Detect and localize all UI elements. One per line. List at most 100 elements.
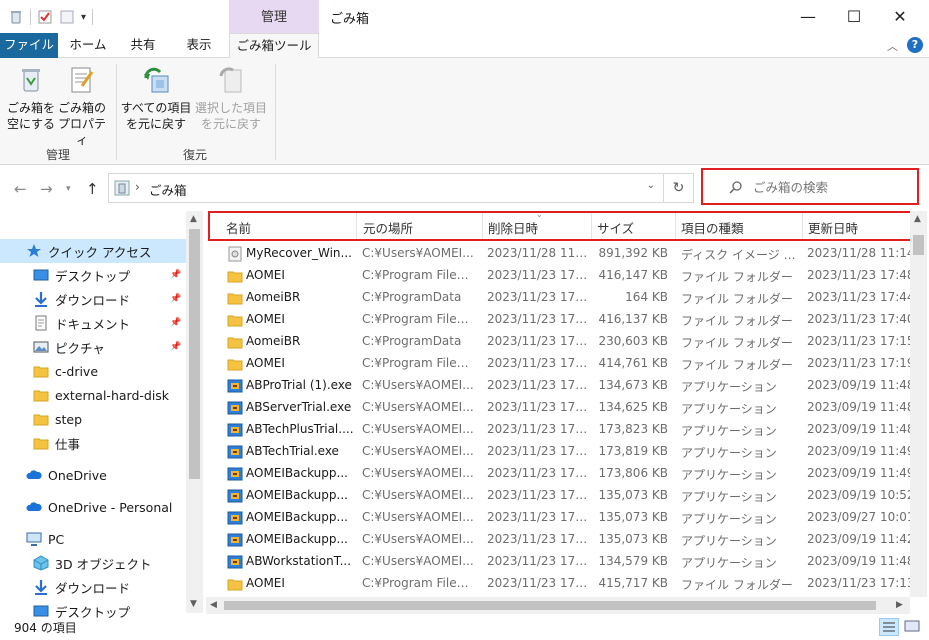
new-folder-icon[interactable] xyxy=(59,9,75,25)
table-row[interactable]: ABWorkstationT... C:¥Users¥AOMEI... 2023/1… xyxy=(208,551,915,573)
table-row[interactable]: AOMEIBackupp... C:¥Users¥AOMEI... 2023/11/… xyxy=(208,529,915,551)
horizontal-scrollbar[interactable]: ◀ ▶ xyxy=(206,597,910,614)
table-row[interactable]: ABServerTrial.exe C:¥Users¥AOMEI... 2023/1… xyxy=(208,397,915,419)
nav-item[interactable]: c-drive xyxy=(0,359,186,383)
table-row[interactable]: MyRecover_Win... C:¥Users¥AOMEI... 2023/11… xyxy=(208,243,915,265)
search-box[interactable] xyxy=(709,174,911,200)
column-header-name[interactable]: 名前 xyxy=(226,218,251,236)
cell-original-location: C:¥ProgramData xyxy=(362,334,462,348)
address-bar[interactable]: › ごみ箱 ⌄ xyxy=(108,173,664,203)
forward-arrow-icon[interactable]: → xyxy=(40,180,53,198)
cell-item-type: ファイル フォルダー xyxy=(681,292,793,306)
column-divider[interactable] xyxy=(482,213,483,239)
cell-original-location: C:¥Users¥AOMEI... xyxy=(362,422,474,436)
table-row[interactable]: AOMEIBackupp... C:¥Users¥AOMEI... 2023/11/… xyxy=(208,463,915,485)
table-row[interactable]: AOMEI C:¥Program Files ... 2023/11/23 17:.… xyxy=(208,265,915,287)
pc-icon xyxy=(26,531,42,547)
search-highlight-box xyxy=(701,168,919,205)
nav-item[interactable]: ピクチャ 📌 xyxy=(0,335,186,359)
nav-item-label: step xyxy=(55,411,83,427)
cell-size: 135,073 KB xyxy=(598,532,668,546)
scroll-right-arrow-icon[interactable]: ▶ xyxy=(896,600,903,610)
customize-qat-chevron-icon[interactable]: ▾ xyxy=(81,12,86,23)
large-icons-view-button[interactable] xyxy=(903,618,923,636)
scroll-down-arrow-icon[interactable]: ▼ xyxy=(190,599,197,609)
tab-share[interactable]: 共有 xyxy=(120,33,166,58)
column-header-date-modified[interactable]: 更新日時 xyxy=(808,218,858,236)
restore-all-button[interactable]: すべての項目 を元に戻す xyxy=(120,64,192,132)
cell-date-modified: 2023/11/23 17:48 xyxy=(807,268,915,282)
recent-locations-chevron-icon[interactable]: ▾ xyxy=(66,184,71,194)
recycle-bin-properties-button[interactable]: ごみ箱の プロパティ xyxy=(54,64,110,148)
nav-item[interactable]: step xyxy=(0,407,186,431)
empty-bin-icon xyxy=(15,64,47,96)
file-list-scrollbar[interactable]: ▲ xyxy=(910,211,927,597)
column-divider[interactable] xyxy=(356,213,357,239)
search-input[interactable] xyxy=(753,177,903,197)
table-row[interactable]: AOMEIBackupp... C:¥Users¥AOMEI... 2023/11/… xyxy=(208,507,915,529)
table-row[interactable]: AOMEIBackupp... C:¥Users¥AOMEI... 2023/11/… xyxy=(208,485,915,507)
up-arrow-icon[interactable]: ↑ xyxy=(86,180,99,198)
column-divider[interactable] xyxy=(675,213,676,239)
column-header-item-type[interactable]: 項目の種類 xyxy=(681,218,744,236)
table-row[interactable]: ABTechTrial.exe C:¥Users¥AOMEI... 2023/11/… xyxy=(208,441,915,463)
cell-item-type: ファイル フォルダー xyxy=(681,578,793,592)
nav-item[interactable]: クイック アクセス xyxy=(0,239,186,263)
minimize-button[interactable]: — xyxy=(785,0,831,32)
table-row[interactable]: AomeiBR C:¥ProgramData 2023/11/23 17:... 16… xyxy=(208,287,915,309)
column-header-original-location[interactable]: 元の場所 xyxy=(363,218,413,236)
table-row[interactable]: AOMEI C:¥Program Files ... 2023/11/23 17:.… xyxy=(208,309,915,331)
nav-item-label: デスクトップ xyxy=(55,268,131,284)
address-dropdown-chevron-icon[interactable]: ⌄ xyxy=(647,180,655,191)
table-row[interactable]: ABTechPlusTrial.... C:¥Users¥AOMEI... 2023… xyxy=(208,419,915,441)
tab-file[interactable]: ファイル xyxy=(0,33,58,58)
nav-item[interactable]: ダウンロード xyxy=(0,575,186,599)
nav-item[interactable]: デスクトップ 📌 xyxy=(0,263,186,287)
nav-item[interactable]: OneDrive xyxy=(0,463,186,487)
cell-size: 173,806 KB xyxy=(598,466,668,480)
breadcrumb-chevron-icon[interactable]: › xyxy=(135,180,140,194)
breadcrumb-location[interactable]: ごみ箱 xyxy=(149,180,187,199)
nav-item[interactable]: 仕事 xyxy=(0,431,186,455)
horizontal-scroll-thumb[interactable] xyxy=(224,601,876,610)
tab-recycle-bin-tools[interactable]: ごみ箱ツール xyxy=(229,33,319,59)
table-row[interactable]: AomeiBR C:¥ProgramData 2023/11/23 17:... 23… xyxy=(208,331,915,353)
back-arrow-icon[interactable]: ← xyxy=(14,180,27,198)
column-divider[interactable] xyxy=(591,213,592,239)
nav-scroll-thumb[interactable] xyxy=(189,229,200,479)
tab-view[interactable]: 表示 xyxy=(174,33,224,58)
restore-selected-button[interactable]: 選択した項目 を元に戻す xyxy=(195,64,267,132)
table-row[interactable]: AOMEI C:¥Program Files ... 2023/11/23 17:.… xyxy=(208,353,915,375)
table-row[interactable]: ABProTrial (1).exe C:¥Users¥AOMEI... 2023/… xyxy=(208,375,915,397)
scroll-up-arrow-icon[interactable]: ▲ xyxy=(190,214,197,224)
nav-item[interactable]: external-hard-disk xyxy=(0,383,186,407)
nav-item[interactable]: ダウンロード 📌 xyxy=(0,287,186,311)
close-button[interactable]: ✕ xyxy=(877,0,923,32)
cube-icon xyxy=(33,555,49,571)
cell-name: ABTechPlusTrial.... xyxy=(246,422,354,436)
nav-item[interactable]: OneDrive - Personal xyxy=(0,495,186,519)
details-view-button[interactable] xyxy=(879,618,899,636)
folder-icon xyxy=(227,334,243,350)
window-title: ごみ箱 xyxy=(330,12,370,27)
nav-scrollbar[interactable]: ▲ ▼ xyxy=(186,211,203,613)
column-divider[interactable] xyxy=(802,213,803,239)
maximize-button[interactable]: ☐ xyxy=(831,0,877,32)
column-header-date-deleted[interactable]: 削除日時 xyxy=(488,218,538,236)
nav-item[interactable]: PC xyxy=(0,527,186,551)
scroll-left-arrow-icon[interactable]: ◀ xyxy=(210,600,217,610)
scroll-up-arrow-icon[interactable]: ▲ xyxy=(914,214,921,224)
refresh-button[interactable]: ↻ xyxy=(664,173,694,203)
nav-item[interactable]: 3D オブジェクト xyxy=(0,551,186,575)
help-icon[interactable]: ? xyxy=(907,37,923,53)
nav-item[interactable]: ドキュメント 📌 xyxy=(0,311,186,335)
column-header-size[interactable]: サイズ xyxy=(597,218,634,236)
file-list-scroll-thumb[interactable] xyxy=(913,235,924,255)
empty-recycle-bin-button[interactable]: ごみ箱を 空にする xyxy=(3,64,59,132)
tab-home[interactable]: ホーム xyxy=(62,33,114,58)
collapse-ribbon-chevron-icon[interactable]: ︿ xyxy=(887,38,898,54)
properties-check-icon[interactable] xyxy=(37,9,53,25)
app-icon xyxy=(227,444,243,460)
cell-original-location: C:¥Users¥AOMEI... xyxy=(362,400,474,414)
table-row[interactable]: AOMEI C:¥Program Files ... 2023/11/23 17:.… xyxy=(208,573,915,595)
